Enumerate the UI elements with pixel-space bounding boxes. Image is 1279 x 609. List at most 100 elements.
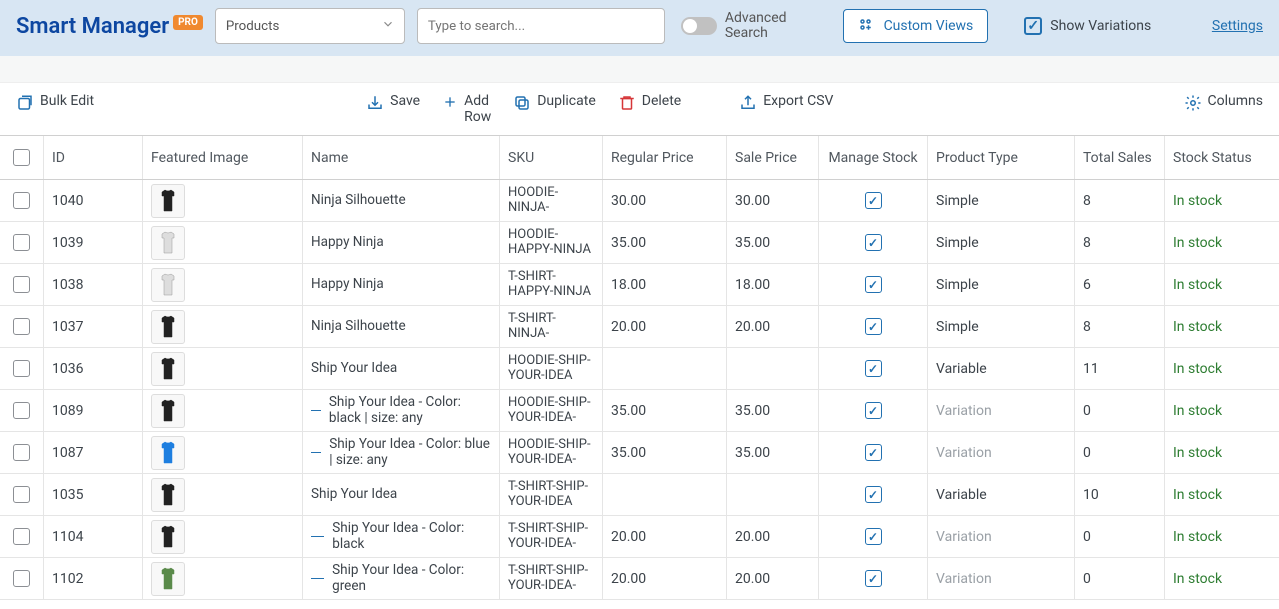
cell-total-sales[interactable]: 0 [1075,390,1165,431]
cell-name[interactable]: Ship Your Idea - Color: green [303,558,500,599]
cell-product-type[interactable]: Variable [928,474,1075,515]
table-row[interactable]: 1102 Ship Your Idea - Color: green T-SHI… [0,558,1279,600]
table-row[interactable]: 1089 Ship Your Idea - Color: black | siz… [0,390,1279,432]
cell-image[interactable] [143,474,303,515]
cell-image[interactable] [143,222,303,263]
cell-image[interactable] [143,180,303,221]
col-sku[interactable]: SKU [500,136,603,179]
cell-image[interactable] [143,558,303,599]
advanced-search-toggle[interactable] [681,17,717,35]
cell-regular-price[interactable]: 35.00 [603,390,727,431]
cell-image[interactable] [143,264,303,305]
cell-product-type[interactable]: Variation [928,432,1075,473]
row-checkbox[interactable] [13,276,30,293]
dashboard-select[interactable] [215,8,405,44]
cell-sale-price[interactable] [727,348,819,389]
manage-stock-checkbox[interactable] [865,192,882,209]
cell-name[interactable]: Ship Your Idea - Color: black | size: an… [303,390,500,431]
cell-stock-status[interactable]: In stock [1165,474,1275,515]
cell-product-type[interactable]: Variation [928,516,1075,557]
row-checkbox[interactable] [13,360,30,377]
cell-sale-price[interactable]: 35.00 [727,390,819,431]
manage-stock-checkbox[interactable] [865,360,882,377]
row-checkbox[interactable] [13,402,30,419]
table-row[interactable]: 1038 Happy Ninja T-SHIRT-HAPPY-NINJA 18.… [0,264,1279,306]
cell-stock-status[interactable]: In stock [1165,390,1275,431]
col-product-type[interactable]: Product Type [928,136,1075,179]
custom-views-button[interactable]: Custom Views [843,9,989,43]
cell-id[interactable]: 1104 [44,516,143,557]
cell-manage-stock[interactable] [819,516,928,557]
duplicate-button[interactable]: Duplicate [513,93,596,112]
cell-name[interactable]: Ship Your Idea [303,474,500,515]
cell-sku[interactable]: HOODIE-HAPPY-NINJA [500,222,603,263]
cell-name[interactable]: Happy Ninja [303,222,500,263]
delete-button[interactable]: Delete [618,93,681,112]
manage-stock-checkbox[interactable] [865,444,882,461]
table-row[interactable]: 1036 Ship Your Idea HOODIE-SHIP-YOUR-IDE… [0,348,1279,390]
cell-product-type[interactable]: Variable [928,348,1075,389]
cell-id[interactable]: 1035 [44,474,143,515]
table-row[interactable]: 1087 Ship Your Idea - Color: blue | size… [0,432,1279,474]
row-checkbox[interactable] [13,444,30,461]
bulk-edit-button[interactable]: Bulk Edit [16,93,94,112]
row-checkbox[interactable] [13,192,30,209]
manage-stock-checkbox[interactable] [865,402,882,419]
table-row[interactable]: 1035 Ship Your Idea T-SHIRT-SHIP-YOUR-ID… [0,474,1279,516]
col-stock-status[interactable]: Stock Status [1165,136,1275,179]
save-button[interactable]: Save [366,93,420,112]
cell-id[interactable]: 1087 [44,432,143,473]
cell-sku[interactable]: T-SHIRT-SHIP-YOUR-IDEA- [500,558,603,599]
cell-id[interactable]: 1039 [44,222,143,263]
cell-id[interactable]: 1038 [44,264,143,305]
manage-stock-checkbox[interactable] [865,486,882,503]
col-total-sales[interactable]: Total Sales [1075,136,1165,179]
cell-manage-stock[interactable] [819,390,928,431]
manage-stock-checkbox[interactable] [865,570,882,587]
cell-name[interactable]: Ninja Silhouette [303,306,500,347]
cell-manage-stock[interactable] [819,222,928,263]
cell-sale-price[interactable]: 18.00 [727,264,819,305]
cell-id[interactable]: 1102 [44,558,143,599]
manage-stock-checkbox[interactable] [865,234,882,251]
cell-sku[interactable]: T-SHIRT-SHIP-YOUR-IDEA [500,474,603,515]
cell-sale-price[interactable]: 30.00 [727,180,819,221]
table-row[interactable]: 1104 Ship Your Idea - Color: black T-SHI… [0,516,1279,558]
manage-stock-checkbox[interactable] [865,528,882,545]
cell-regular-price[interactable]: 20.00 [603,558,727,599]
cell-product-type[interactable]: Simple [928,264,1075,305]
cell-stock-status[interactable]: In stock [1165,558,1275,599]
cell-total-sales[interactable]: 8 [1075,306,1165,347]
cell-name[interactable]: Ship Your Idea - Color: blue | size: any [303,432,500,473]
cell-regular-price[interactable]: 35.00 [603,432,727,473]
table-row[interactable]: 1040 Ninja Silhouette HOODIE-NINJA- 30.0… [0,180,1279,222]
cell-manage-stock[interactable] [819,264,928,305]
cell-regular-price[interactable]: 30.00 [603,180,727,221]
cell-sale-price[interactable]: 20.00 [727,306,819,347]
cell-id[interactable]: 1037 [44,306,143,347]
cell-image[interactable] [143,432,303,473]
manage-stock-checkbox[interactable] [865,318,882,335]
cell-stock-status[interactable]: In stock [1165,180,1275,221]
cell-sale-price[interactable]: 35.00 [727,432,819,473]
cell-stock-status[interactable]: In stock [1165,516,1275,557]
cell-product-type[interactable]: Variation [928,390,1075,431]
cell-total-sales[interactable]: 0 [1075,432,1165,473]
cell-sku[interactable]: T-SHIRT-NINJA- [500,306,603,347]
col-regular-price[interactable]: Regular Price [603,136,727,179]
row-checkbox[interactable] [13,318,30,335]
cell-total-sales[interactable]: 10 [1075,474,1165,515]
cell-total-sales[interactable]: 8 [1075,180,1165,221]
cell-regular-price[interactable]: 20.00 [603,306,727,347]
show-variations-checkbox[interactable] [1024,17,1042,35]
cell-stock-status[interactable]: In stock [1165,222,1275,263]
cell-manage-stock[interactable] [819,432,928,473]
cell-sale-price[interactable]: 20.00 [727,558,819,599]
cell-regular-price[interactable]: 20.00 [603,516,727,557]
cell-total-sales[interactable]: 8 [1075,222,1165,263]
add-row-button[interactable]: Add Row [442,93,491,125]
cell-stock-status[interactable]: In stock [1165,264,1275,305]
search-input[interactable] [417,8,665,44]
cell-manage-stock[interactable] [819,474,928,515]
cell-sku[interactable]: T-SHIRT-SHIP-YOUR-IDEA- [500,516,603,557]
